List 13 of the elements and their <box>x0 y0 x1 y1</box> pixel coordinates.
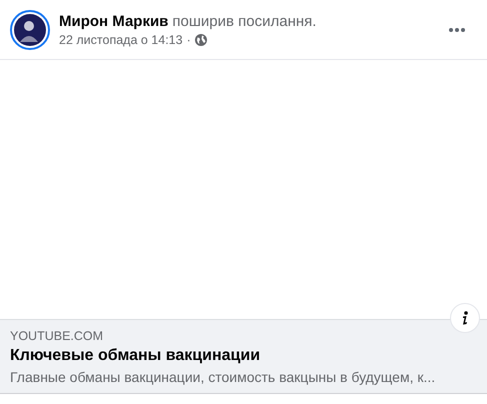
link-domain: YOUTUBE.COM <box>10 329 104 343</box>
info-button[interactable] <box>450 303 480 333</box>
post-time[interactable]: 22 листопада о 14:13 <box>59 32 183 46</box>
link-preview[interactable]: YOUTUBE.COM Ключевые обманы вакцинации Главные обманы вакцинации, стоимость вакцыны в будущем, к... <box>0 319 487 394</box>
separator: · <box>186 32 191 46</box>
post-action: поширив посилання. <box>172 12 316 30</box>
more-icon <box>449 28 465 32</box>
globe-icon <box>194 34 207 46</box>
author-name[interactable]: Мирон Маркив <box>59 12 168 30</box>
link-description: Главные обманы вакцинации, стоимость вакцыны в будущем, к... <box>10 369 436 385</box>
info-icon <box>462 311 468 325</box>
avatar[interactable] <box>10 10 50 50</box>
link-title: Ключевые обманы вакцинации <box>10 347 262 365</box>
